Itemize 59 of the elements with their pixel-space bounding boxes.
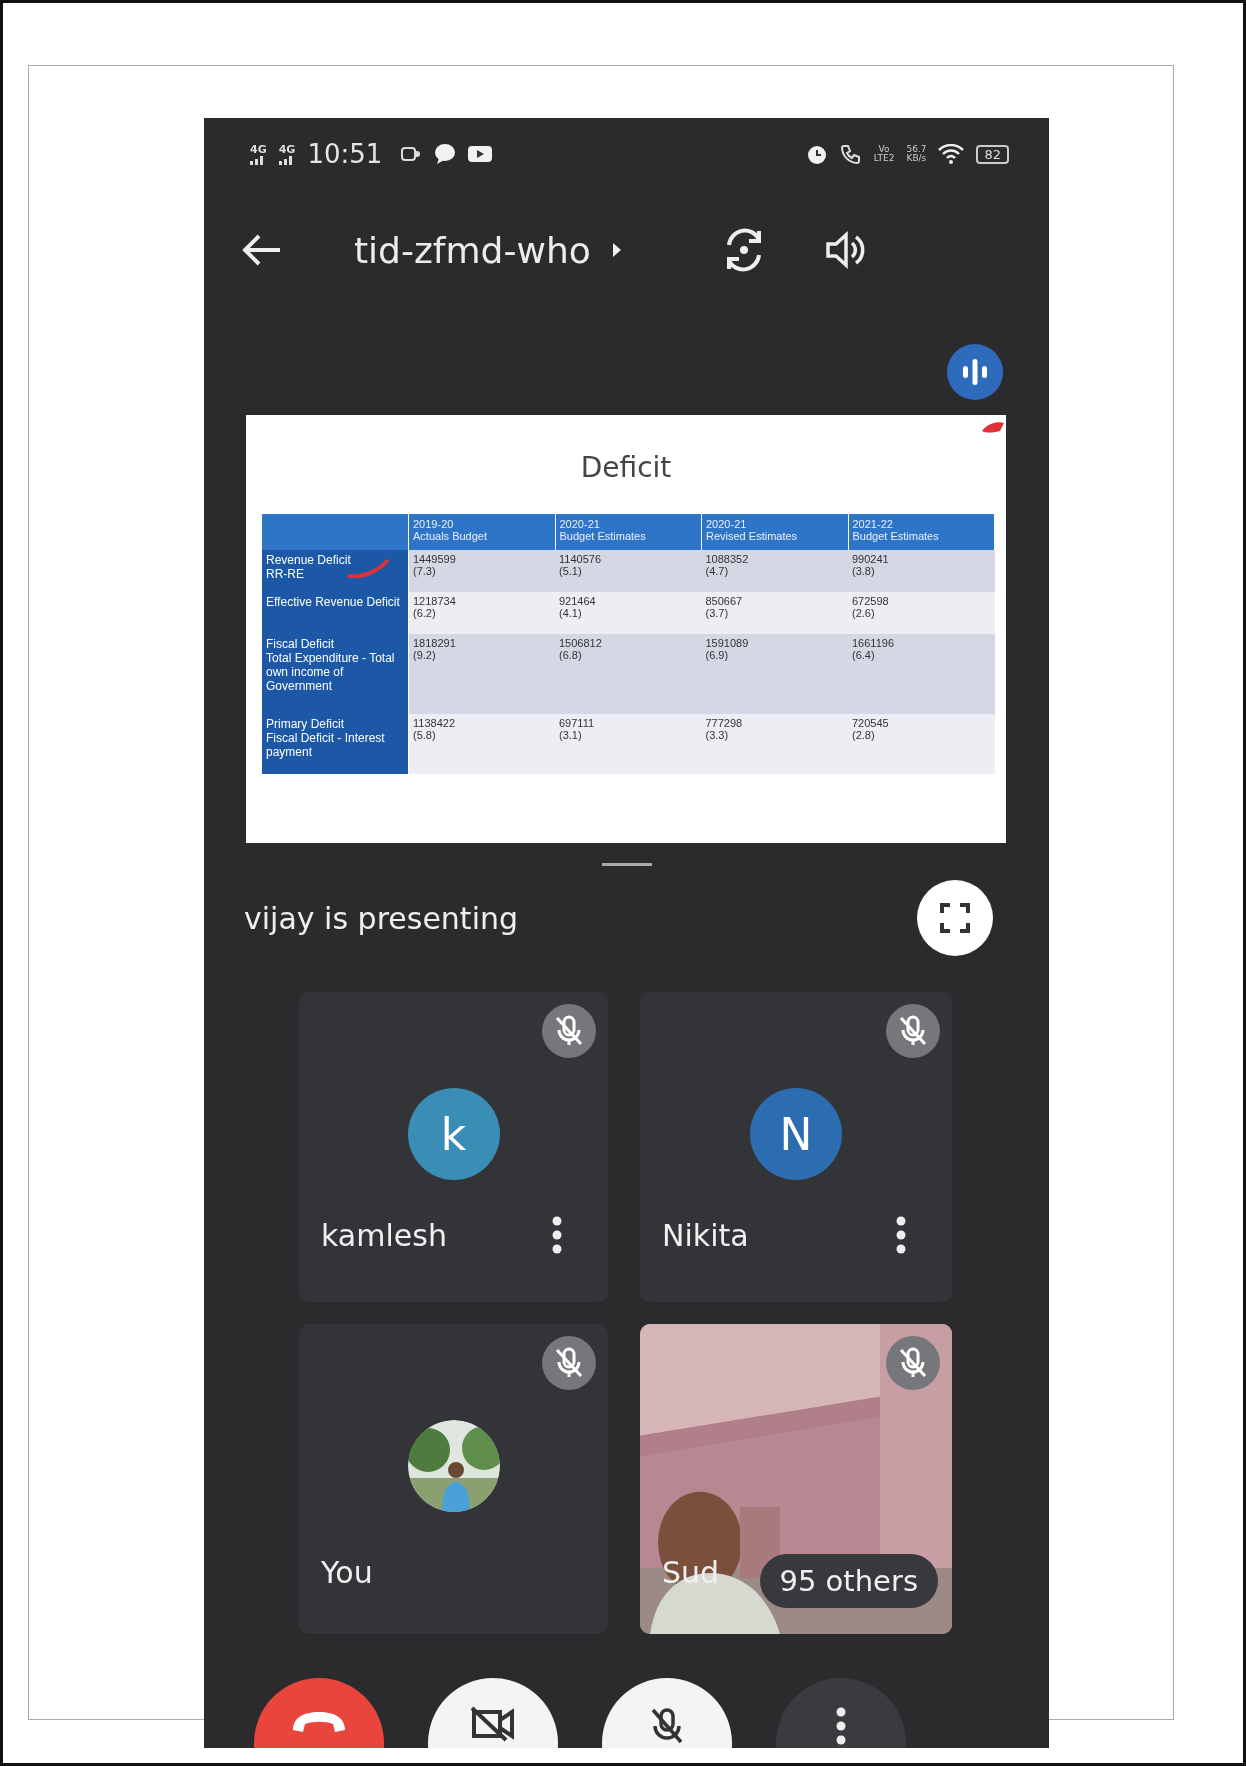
others-count-chip[interactable]: 95 others bbox=[759, 1554, 938, 1608]
network-indicator: 4G bbox=[278, 143, 296, 165]
table-cell: 720545 (2.8) bbox=[848, 714, 995, 774]
slide-title: Deficit bbox=[579, 451, 673, 484]
camera-outline-icon bbox=[400, 144, 423, 164]
table-cell: 1449599 (7.3) bbox=[408, 550, 555, 592]
table-cell: 777298 (3.3) bbox=[701, 714, 848, 774]
table-cell: 921464 (4.1) bbox=[555, 592, 702, 634]
more-options-icon[interactable] bbox=[552, 1216, 562, 1254]
data-speed: 56.7 KB/s bbox=[906, 144, 927, 164]
back-arrow-icon[interactable] bbox=[242, 233, 282, 267]
play-icon bbox=[468, 144, 493, 164]
participant-name: You bbox=[321, 1555, 373, 1590]
phone-call-icon bbox=[839, 143, 862, 165]
avatar: N bbox=[750, 1088, 842, 1180]
participant-tile[interactable]: k kamlesh bbox=[299, 992, 608, 1302]
table-cell: 672598 (2.6) bbox=[848, 592, 995, 634]
chat-bubble-icon bbox=[434, 143, 457, 165]
table-cell: 1140576 (5.1) bbox=[555, 550, 702, 592]
row-label: Revenue Deficit RR-RE bbox=[262, 550, 409, 592]
drag-handle[interactable] bbox=[602, 863, 652, 866]
wifi-icon bbox=[938, 144, 965, 164]
table-cell: 1591089 (6.9) bbox=[701, 634, 848, 714]
more-options-icon bbox=[836, 1706, 846, 1746]
camera-off-icon bbox=[470, 1706, 516, 1742]
audio-level-icon bbox=[947, 344, 1003, 400]
battery-level: 82 bbox=[976, 144, 1009, 164]
alarm-icon bbox=[805, 143, 828, 165]
row-label: Fiscal Deficit Total Expenditure - Total own income of Government bbox=[262, 634, 409, 714]
participant-tile[interactable]: N Nikita bbox=[640, 992, 952, 1302]
table-cell: 850667 (3.7) bbox=[701, 592, 848, 634]
table-cell: 1506812 (6.8) bbox=[555, 634, 702, 714]
table-cell: 1088352 (4.7) bbox=[701, 550, 848, 592]
column-header: 2021-22 Budget Estimates bbox=[848, 514, 995, 550]
avatar: k bbox=[407, 1088, 500, 1180]
more-options-icon[interactable] bbox=[896, 1216, 906, 1254]
pen-mark-icon bbox=[980, 419, 1006, 435]
table-cell: 1661196 (6.4) bbox=[848, 634, 995, 714]
participant-name: kamlesh bbox=[321, 1217, 447, 1253]
table-cell: 1818291 (9.2) bbox=[408, 634, 555, 714]
table-cell: 1218734 (6.2) bbox=[408, 592, 555, 634]
presenter-label: vijay is presenting bbox=[244, 900, 519, 936]
volte-indicator: Vo LTE2 bbox=[873, 144, 895, 164]
column-header: 2019-20 Actuals Budget bbox=[408, 514, 555, 550]
meeting-code[interactable]: tid-zfmd-who bbox=[354, 229, 591, 271]
row-label: Effective Revenue Deficit bbox=[262, 592, 409, 634]
network-indicator: 4G bbox=[250, 143, 267, 165]
fullscreen-icon bbox=[939, 902, 971, 934]
column-header: 2020-21 Revised Estimates bbox=[701, 514, 848, 550]
caret-icon[interactable] bbox=[610, 241, 623, 259]
participant-name: Nikita bbox=[662, 1217, 749, 1253]
column-header: 2020-21 Budget Estimates bbox=[555, 514, 702, 550]
row-label: Primary Deficit Fiscal Deficit - Interest payment bbox=[262, 714, 409, 774]
table-cell: 990241 (3.8) bbox=[848, 550, 995, 592]
participant-tile[interactable]: You bbox=[299, 1324, 608, 1634]
table-cell: 697111 (3.1) bbox=[555, 714, 702, 774]
clock-time: 10:51 bbox=[307, 139, 383, 169]
speaker-icon[interactable] bbox=[824, 230, 867, 270]
table-cell: 1138422 (5.8) bbox=[408, 714, 555, 774]
